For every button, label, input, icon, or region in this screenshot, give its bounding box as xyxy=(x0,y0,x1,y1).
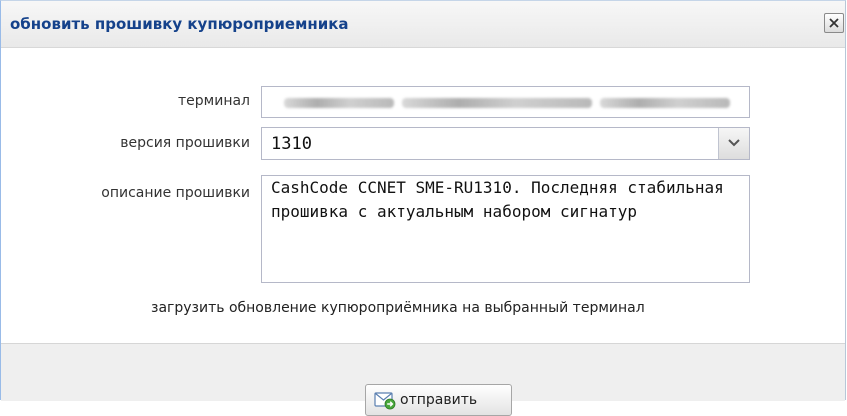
description-value: CashCode CCNET SME-RU1310. Последняя ста… xyxy=(271,178,724,221)
dialog-body: терминал версия прошивки 1310 описание п… xyxy=(1,48,845,344)
close-icon xyxy=(829,18,839,28)
send-button-label: отправить xyxy=(400,392,478,408)
send-button[interactable]: отправить xyxy=(365,384,512,416)
firmware-update-dialog: обновить прошивку купюроприемника термин… xyxy=(0,0,846,416)
terminal-field[interactable] xyxy=(261,86,750,118)
version-select[interactable]: 1310 xyxy=(261,127,750,160)
upload-hint: загрузить обновление купюроприёмника на … xyxy=(151,300,645,316)
version-value: 1310 xyxy=(271,134,312,154)
version-label: версия прошивки xyxy=(120,135,250,151)
version-dropdown-button[interactable] xyxy=(718,128,749,159)
close-button[interactable] xyxy=(824,13,844,33)
dialog-footer: отправить xyxy=(1,344,845,416)
mail-send-icon xyxy=(374,392,396,410)
description-label: описание прошивки xyxy=(101,185,250,201)
redacted-terminal-value xyxy=(402,98,592,108)
terminal-label: терминал xyxy=(178,93,250,109)
description-textarea[interactable]: CashCode CCNET SME-RU1310. Последняя ста… xyxy=(261,175,750,283)
redacted-terminal-value xyxy=(600,98,730,108)
redacted-terminal-value xyxy=(284,98,394,108)
dialog-title: обновить прошивку купюроприемника xyxy=(10,15,349,33)
chevron-down-icon xyxy=(728,139,740,147)
dialog-titlebar: обновить прошивку купюроприемника xyxy=(1,1,845,48)
